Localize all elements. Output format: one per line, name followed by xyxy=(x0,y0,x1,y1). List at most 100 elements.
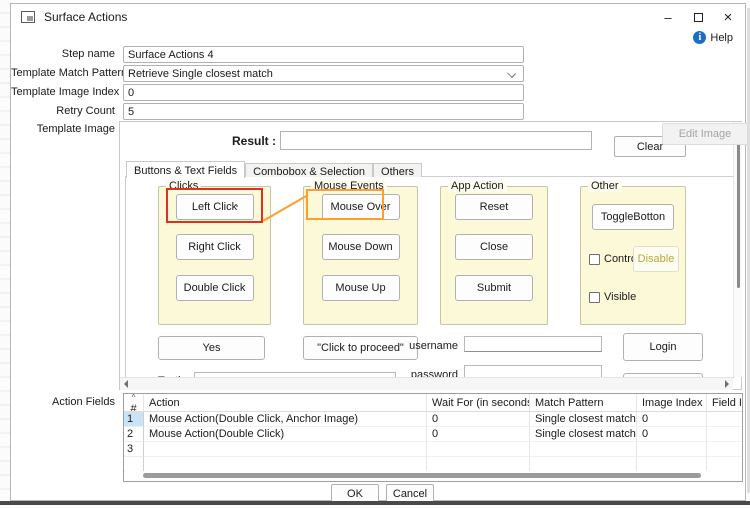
tab-strip: Buttons & Text Fields Combobox & Selecti… xyxy=(126,161,422,177)
wait-for-cell: 0 xyxy=(427,427,530,442)
template-image-index-input[interactable] xyxy=(123,84,524,101)
row-number-cell[interactable]: 2 xyxy=(124,427,144,442)
mouse-up-button[interactable]: Mouse Up xyxy=(322,275,400,301)
close-icon[interactable]: × xyxy=(713,4,743,30)
template-image-label: Template Image xyxy=(11,123,115,135)
chevron-down-icon xyxy=(507,69,516,78)
row-number-cell xyxy=(124,457,144,472)
column-header-match-pattern: Match Pattern xyxy=(530,394,637,412)
table-row[interactable]: 2 Mouse Action(Double Click) 0 Single cl… xyxy=(124,427,742,442)
template-match-pattern-value: Retrieve Single closest match xyxy=(128,68,273,80)
title-bar: Surface Actions – × xyxy=(11,4,745,30)
step-name-label: Step name xyxy=(11,48,115,60)
number-header-label: # xyxy=(130,403,136,412)
control-checkbox[interactable] xyxy=(589,254,600,265)
red-highlight-box xyxy=(166,188,263,223)
horizontal-scrollbar[interactable] xyxy=(120,377,733,390)
column-header-action: Action xyxy=(144,394,427,412)
match-pattern-cell: Single closest match xyxy=(530,412,637,427)
tab-combobox-selection[interactable]: Combobox & Selection xyxy=(245,163,373,177)
image-index-cell xyxy=(637,457,707,472)
step-name-input[interactable] xyxy=(123,46,524,63)
app-action-group-title: App Action xyxy=(448,180,507,192)
help-label: Help xyxy=(710,32,733,44)
result-label: Result : xyxy=(232,134,276,148)
yes-button[interactable]: Yes xyxy=(158,336,265,360)
table-header-row: ^ # Action Wait For (in seconds) Match P… xyxy=(124,394,742,412)
field-info-cell xyxy=(707,427,742,442)
tab-others[interactable]: Others xyxy=(373,163,422,177)
other-group-title: Other xyxy=(588,180,622,192)
toggle-button[interactable]: ToggleBotton xyxy=(592,204,674,230)
action-cell: Mouse Action(Double Click, Anchor Image) xyxy=(144,412,427,427)
field-info-cell xyxy=(707,412,742,427)
orange-highlight-box xyxy=(306,189,384,220)
column-header-image-index: Image Index xyxy=(637,394,707,412)
vertical-scrollbar[interactable] xyxy=(733,122,742,377)
wait-for-cell xyxy=(427,457,530,472)
visible-checkbox-label: Visible xyxy=(604,291,636,303)
image-index-cell: 0 xyxy=(637,412,707,427)
table-row[interactable]: 1 Mouse Action(Double Click, Anchor Imag… xyxy=(124,412,742,427)
wait-for-cell xyxy=(427,442,530,457)
caret-up-icon: ^ xyxy=(126,394,141,400)
column-header-number[interactable]: ^ # xyxy=(124,394,144,412)
wait-for-cell: 0 xyxy=(427,412,530,427)
image-index-cell: 0 xyxy=(637,427,707,442)
tab-content-surface: Clicks Left Click Right Click Double Cli… xyxy=(125,176,734,378)
minimize-icon[interactable]: – xyxy=(653,4,683,30)
match-pattern-cell xyxy=(530,442,637,457)
action-fields-table: ^ # Action Wait For (in seconds) Match P… xyxy=(123,393,743,482)
row-number-cell[interactable]: 1 xyxy=(124,412,144,427)
edit-image-button[interactable]: Edit Image xyxy=(662,123,748,145)
visible-checkbox-row: Visible xyxy=(589,291,636,303)
row-number-cell[interactable]: 3 xyxy=(124,442,144,457)
help-link[interactable]: i Help xyxy=(693,31,733,44)
vertical-scrollbar-thumb[interactable] xyxy=(737,140,740,288)
other-group: Other ToggleBotton Control Disable Visib… xyxy=(580,186,686,325)
action-cell: Mouse Action(Double Click) xyxy=(144,427,427,442)
action-cell xyxy=(144,442,427,457)
screen: Surface Actions – × i Help Step name Tem… xyxy=(0,0,750,509)
table-row-empty xyxy=(124,457,742,472)
window-bottom-edge xyxy=(0,501,750,505)
window-title: Surface Actions xyxy=(44,10,127,24)
retry-count-label: Retry Count xyxy=(11,105,115,117)
tab-buttons-text-fields[interactable]: Buttons & Text Fields xyxy=(126,161,245,178)
mouse-down-button[interactable]: Mouse Down xyxy=(322,234,400,260)
close-button[interactable]: Close xyxy=(455,234,533,260)
table-row[interactable]: 3 xyxy=(124,442,742,457)
action-fields-label: Action Fields xyxy=(11,396,115,408)
background-window-sliver xyxy=(0,0,10,509)
app-action-group: App Action Reset Close Submit xyxy=(440,186,548,325)
template-image-index-label: Template Image Index xyxy=(11,86,115,98)
match-pattern-cell xyxy=(530,457,637,472)
visible-checkbox[interactable] xyxy=(589,292,600,303)
submit-button[interactable]: Submit xyxy=(455,275,533,301)
disable-button[interactable]: Disable xyxy=(633,246,679,272)
match-pattern-cell: Single closest match xyxy=(530,427,637,442)
reset-button[interactable]: Reset xyxy=(455,194,533,220)
scroll-right-icon[interactable] xyxy=(725,380,729,388)
table-horizontal-scrollbar[interactable] xyxy=(125,471,741,480)
result-input[interactable] xyxy=(280,131,592,150)
retry-count-input[interactable] xyxy=(123,103,524,120)
column-header-field-info: Field Info xyxy=(707,394,742,412)
action-cell xyxy=(144,457,427,472)
template-match-pattern-select[interactable]: Retrieve Single closest match xyxy=(123,65,524,82)
maximize-icon[interactable] xyxy=(683,4,713,30)
column-header-wait-for: Wait For (in seconds) xyxy=(427,394,530,412)
username-input[interactable] xyxy=(464,336,602,352)
double-click-button[interactable]: Double Click xyxy=(176,275,254,301)
right-click-button[interactable]: Right Click xyxy=(176,234,254,260)
maximize-box xyxy=(694,13,703,22)
scroll-left-icon[interactable] xyxy=(124,380,128,388)
info-icon: i xyxy=(693,31,706,44)
login-button[interactable]: Login xyxy=(623,333,703,361)
template-image-panel: Edit Image Result : Clear Buttons & Text… xyxy=(119,121,742,390)
table-scrollbar-thumb[interactable] xyxy=(143,473,701,478)
field-info-cell xyxy=(707,442,742,457)
window-controls: – × xyxy=(653,4,743,30)
field-info-cell xyxy=(707,457,742,472)
template-match-pattern-label: Template Match Pattern xyxy=(11,67,115,79)
